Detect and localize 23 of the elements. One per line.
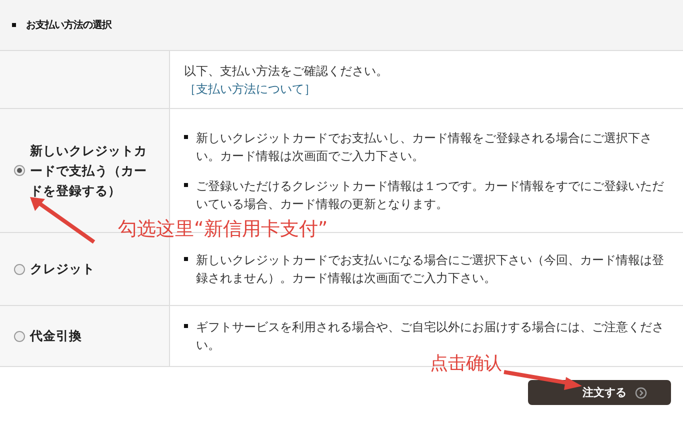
bullet-icon [184,182,188,186]
radio-button[interactable] [14,330,25,342]
section-title: お支払い方法の選択 [26,18,112,32]
radio-button[interactable] [14,165,25,176]
payment-info-link[interactable]: ［支払い方法について］ [184,82,316,96]
bullet-icon [184,257,188,261]
order-button[interactable]: 注文する [528,380,671,405]
note-text: ご登録いただけるクレジットカード情報は１つです。カード情報をすでにご登録いただいている場合、カード情報の更新となります。 [196,178,665,212]
bullet-icon [184,134,188,138]
note-text: 新しいクレジットカードでお支払いになる場合にご選択下さい（今回、カード情報は登録されません）。カード情報は次画面でご入力下さい。 [196,252,665,287]
annotation-text: 点击确认 [430,352,502,375]
bullet-icon [184,324,188,328]
note-text: ギフトサービスを利用される場合や、ご自宅以外にお届けする場合には、ご注意ください。 [196,319,665,354]
payment-method-label[interactable]: クレジット [30,259,158,279]
payment-method-label[interactable]: 代金引換 [30,326,158,346]
annotation-text: 勾选这里“新信用卡支付” [118,217,328,242]
annotation-arrow [30,197,96,244]
intro-text: 以下、支払い方法をご確認ください。 [184,62,389,80]
payment-method-label[interactable]: 新しいクレジットカードで支払う（カードを登録する） [30,140,158,200]
bullet-icon [12,23,16,27]
arrow-circle-icon [634,386,646,398]
note-text: 新しいクレジットカードでお支払いし、カード情報をご登録される場合にご選択下さい。カード情報は次画面でご入力下さい。 [196,130,653,164]
radio-button[interactable] [14,264,25,274]
